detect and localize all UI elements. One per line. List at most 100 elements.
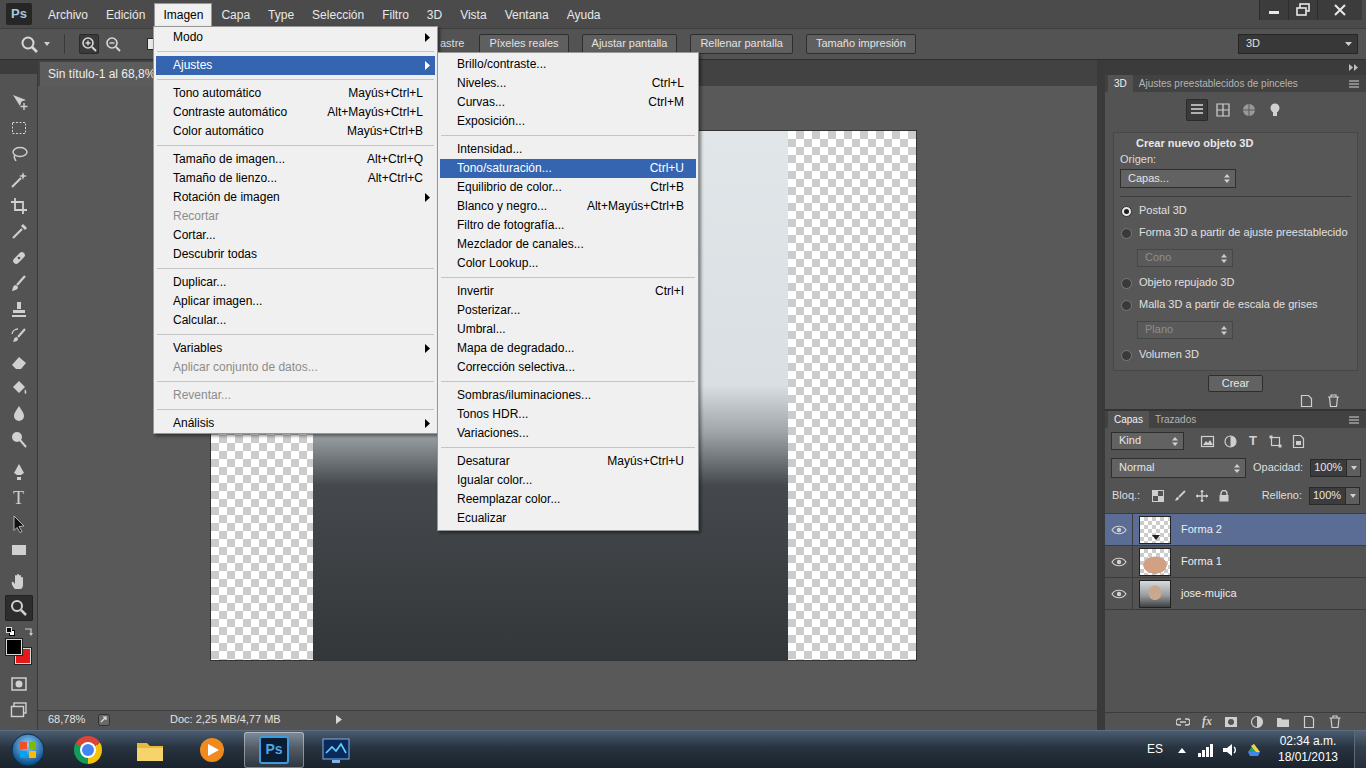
workspace-dropdown[interactable]: 3D [1238, 34, 1358, 54]
adjustment-layer-icon[interactable] [1250, 715, 1264, 729]
eyedropper-tool[interactable] [5, 219, 33, 245]
menu-item[interactable]: Exposición... [440, 112, 696, 131]
close-icon[interactable] [1317, 0, 1362, 20]
panel-tab[interactable]: Trazados [1149, 411, 1202, 428]
blend-mode-dropdown[interactable]: Normal [1111, 458, 1246, 478]
filter-dropdown[interactable]: Kind [1111, 432, 1184, 450]
radio-label[interactable]: Malla 3D a partir de escala de grises [1139, 298, 1318, 311]
menu-item[interactable]: Ajustes [156, 56, 435, 75]
panel-tab[interactable]: Ajustes preestablecidos de pinceles [1133, 75, 1304, 92]
bucket-tool[interactable] [5, 375, 33, 401]
stamp-tool[interactable] [5, 297, 33, 323]
menu-item[interactable]: Análisis [156, 414, 435, 433]
media-taskbar-button[interactable] [182, 732, 242, 768]
photoshop-taskbar-button[interactable]: Ps [244, 732, 304, 768]
menu-item[interactable]: Vista [451, 3, 495, 27]
chrome-taskbar-button[interactable] [58, 732, 118, 768]
new-item-icon[interactable] [1300, 394, 1313, 408]
screen-mode-button[interactable] [5, 697, 33, 723]
menu-item[interactable]: DesaturarMayús+Ctrl+U [440, 452, 696, 471]
radio-label[interactable]: Objeto repujado 3D [1139, 276, 1234, 289]
radio-button[interactable] [1121, 228, 1132, 239]
menu-item[interactable]: Variables [156, 339, 435, 358]
layer-row[interactable]: Forma 2 [1105, 514, 1366, 546]
menu-item[interactable]: Ayuda [558, 3, 610, 27]
menu-item[interactable]: Reemplazar color... [440, 490, 696, 509]
layer-row[interactable]: jose-mujica [1105, 578, 1366, 610]
menu-item[interactable]: Tono automáticoMayús+Ctrl+L [156, 84, 435, 103]
lock-all-icon[interactable] [1218, 490, 1230, 502]
field-arrow-icon[interactable] [1347, 459, 1361, 477]
adjustment-filter-icon[interactable] [1223, 434, 1238, 449]
zoom-drag-label[interactable]: astre [440, 37, 464, 50]
radio-button[interactable] [1121, 300, 1132, 311]
shape-filter-icon[interactable] [1268, 434, 1283, 449]
menu-item[interactable]: Corrección selectiva... [440, 358, 696, 377]
radio-option[interactable]: Malla 3D a partir de escala de grises [1120, 294, 1351, 316]
drive-icon[interactable] [1246, 742, 1262, 758]
menu-item[interactable]: Tamaño de imagen...Alt+Ctrl+Q [156, 150, 435, 169]
source-dropdown[interactable]: Capas... [1120, 169, 1236, 188]
menu-item[interactable]: Brillo/contraste... [440, 55, 696, 74]
view-button[interactable]: Tamaño impresión [806, 34, 916, 53]
menu-item[interactable]: Rotación de imagen [156, 188, 435, 207]
radio-label[interactable]: Postal 3D [1139, 204, 1187, 217]
menu-item[interactable]: Color Lookup... [440, 254, 696, 273]
brush-tool[interactable] [5, 271, 33, 297]
network-icon[interactable] [1197, 742, 1214, 758]
swap-colors-icon[interactable] [24, 627, 34, 637]
menu-item[interactable]: Type [259, 3, 303, 27]
panel-menu-icon[interactable] [1348, 79, 1360, 89]
radio-button[interactable] [1121, 350, 1132, 361]
radio-label[interactable]: Forma 3D a partir de ajuste preestableci… [1139, 226, 1348, 239]
pixel-filter-icon[interactable] [1200, 434, 1215, 449]
lock-pixels-icon[interactable] [1174, 490, 1186, 502]
menu-item[interactable]: InvertirCtrl+I [440, 282, 696, 301]
radio-option[interactable]: Forma 3D a partir de ajuste preestableci… [1120, 222, 1351, 244]
radio-option[interactable]: Objeto repujado 3D [1120, 272, 1351, 294]
menu-item[interactable]: Blanco y negro...Alt+Mayús+Ctrl+B [440, 197, 696, 216]
layer-name[interactable]: jose-mujica [1181, 587, 1237, 600]
lock-position-icon[interactable] [1196, 490, 1208, 502]
menu-item[interactable]: Tamaño de lienzo...Alt+Ctrl+C [156, 169, 435, 188]
opacity-field[interactable]: 100% [1310, 459, 1361, 477]
radio-option[interactable]: Postal 3D [1120, 200, 1351, 222]
menu-item[interactable]: Color automáticoMayús+Ctrl+B [156, 122, 435, 141]
clock[interactable]: 02:34 a.m.18/01/2013 [1270, 734, 1346, 765]
menu-item[interactable]: Equilibrio de color...Ctrl+B [440, 178, 696, 197]
menu-item[interactable]: Filtro de fotografía... [440, 216, 696, 235]
menu-item[interactable]: Ventana [496, 3, 558, 27]
hand-tool[interactable] [5, 569, 33, 595]
move-tool[interactable] [5, 89, 33, 115]
material-button[interactable] [1238, 99, 1260, 121]
radio-option[interactable]: Volumen 3D [1120, 344, 1351, 366]
menu-item[interactable]: Mezclador de canales... [440, 235, 696, 254]
menu-item[interactable]: Selección [303, 3, 373, 27]
menu-item[interactable]: Descubrir todas [156, 245, 435, 264]
menu-item[interactable]: Tono/saturación...Ctrl+U [440, 159, 696, 178]
menu-item[interactable]: Tonos HDR... [440, 405, 696, 424]
menu-item[interactable]: Igualar color... [440, 471, 696, 490]
radio-label[interactable]: Volumen 3D [1139, 348, 1199, 361]
scene-button[interactable] [1186, 99, 1208, 121]
healing-tool[interactable] [5, 245, 33, 271]
quick-mask-button[interactable] [5, 671, 33, 697]
visibility-toggle[interactable] [1105, 546, 1133, 577]
history-tool[interactable] [5, 323, 33, 349]
fill-field[interactable]: 100% [1309, 487, 1360, 505]
menu-item[interactable]: Archivo [39, 3, 97, 27]
panel-menu-icon[interactable] [1348, 415, 1360, 425]
zoom-out-icon[interactable] [105, 36, 121, 52]
create-button[interactable]: Crear [1208, 375, 1264, 392]
zoom-tool-icon[interactable] [20, 35, 38, 53]
view-button[interactable]: Píxeles reales [479, 34, 568, 53]
view-button[interactable]: Rellenar pantalla [690, 34, 793, 53]
menu-item[interactable]: Calcular... [156, 311, 435, 330]
blur-tool[interactable] [5, 401, 33, 427]
add-mask-icon[interactable] [1224, 715, 1238, 729]
menu-item[interactable]: Aplicar imagen... [156, 292, 435, 311]
crop-tool[interactable] [5, 193, 33, 219]
export-icon[interactable] [98, 714, 110, 726]
menu-item[interactable]: Intensidad... [440, 140, 696, 159]
menu-item[interactable]: Edición [97, 3, 154, 27]
